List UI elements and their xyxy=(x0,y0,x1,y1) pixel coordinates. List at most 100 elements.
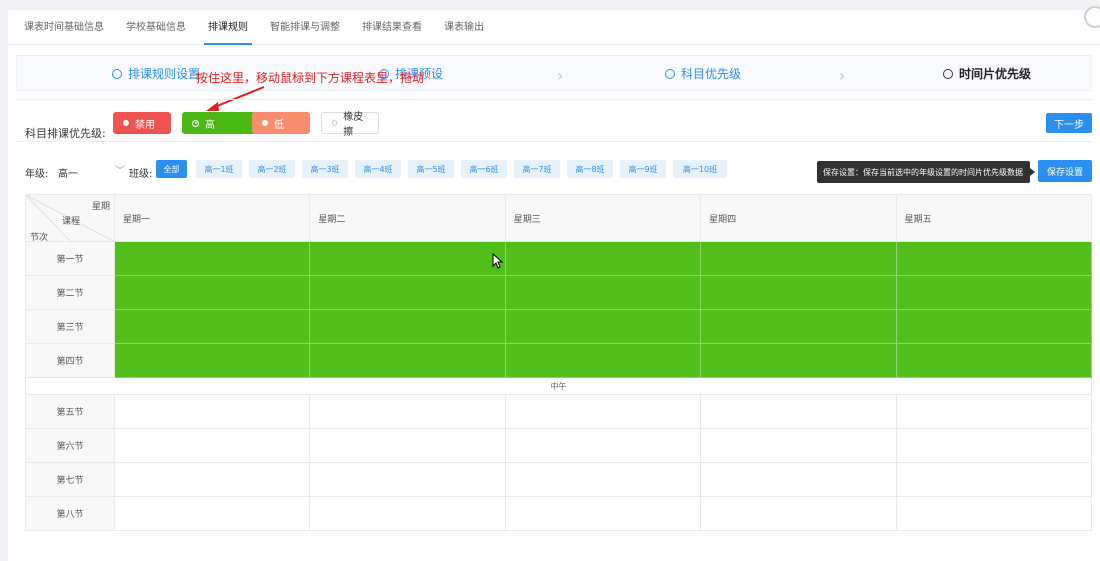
dot-icon xyxy=(123,120,129,126)
period-label: 第六节 xyxy=(25,428,115,463)
timeslot-cell[interactable] xyxy=(700,394,897,429)
timeslot-cell[interactable] xyxy=(700,241,897,276)
table-row: 第六节 xyxy=(25,428,1093,463)
noon-label: 中午 xyxy=(25,377,1092,395)
period-label: 第七节 xyxy=(25,462,115,497)
timeslot-cell[interactable] xyxy=(113,496,311,531)
column-header: 星期二 xyxy=(309,194,506,242)
timeslot-cell[interactable] xyxy=(700,496,897,531)
timeslot-cell[interactable] xyxy=(700,275,897,310)
timeslot-cell[interactable] xyxy=(504,309,702,344)
timetable: 星期 课程 节次 星期一 星期二 星期三 星期四 星期五 第一节 第二节 第三节… xyxy=(25,194,1093,531)
class-label: 班级: xyxy=(129,169,153,180)
timeslot-cell[interactable] xyxy=(504,394,702,429)
step-timeslot-priority[interactable]: 时间片优先级 xyxy=(943,56,1031,92)
timeslot-cell[interactable] xyxy=(504,462,702,497)
timeslot-cell[interactable] xyxy=(504,343,702,378)
step-subject-priority[interactable]: 科目优先级 xyxy=(665,56,741,92)
table-corner-cell: 星期 课程 节次 xyxy=(25,194,115,243)
class-chip[interactable]: 高一8班 xyxy=(567,160,613,178)
circle-icon xyxy=(943,69,953,79)
divider xyxy=(16,141,1092,142)
timeslot-cell[interactable] xyxy=(895,241,1093,276)
class-chip[interactable]: 高一6班 xyxy=(461,160,507,178)
timeslot-cell[interactable] xyxy=(700,462,897,497)
timeslot-cell[interactable] xyxy=(504,428,702,463)
class-chip-all[interactable]: 全部 xyxy=(156,160,187,178)
timeslot-cell[interactable] xyxy=(895,343,1093,378)
timeslot-cell[interactable] xyxy=(895,309,1093,344)
grade-select[interactable]: 高一 xyxy=(58,165,78,180)
radio-selected-icon xyxy=(192,119,199,127)
timeslot-cell[interactable] xyxy=(113,428,311,463)
timeslot-cell[interactable] xyxy=(309,428,506,463)
class-chip[interactable]: 高一7班 xyxy=(514,160,560,178)
timeslot-cell[interactable] xyxy=(309,394,506,429)
timeslot-cell[interactable] xyxy=(309,343,506,378)
timeslot-cell[interactable] xyxy=(113,309,311,344)
timeslot-cell[interactable] xyxy=(895,428,1093,463)
step-rule-settings[interactable]: 排课规则设置 xyxy=(112,56,200,92)
timeslot-cell[interactable] xyxy=(700,343,897,378)
dot-icon xyxy=(332,120,338,126)
column-header: 星期三 xyxy=(504,194,702,242)
table-row: 第一节 xyxy=(25,241,1093,276)
tab-school-basics[interactable]: 学校基础信息 xyxy=(126,10,186,45)
tab-time-basics[interactable]: 课表时间基础信息 xyxy=(24,10,104,45)
timeslot-cell[interactable] xyxy=(113,241,311,276)
tab-output[interactable]: 课表输出 xyxy=(444,10,484,45)
dot-icon xyxy=(262,120,268,126)
timeslot-cell[interactable] xyxy=(113,462,311,497)
timeslot-cell[interactable] xyxy=(113,343,311,378)
period-label: 第八节 xyxy=(25,496,115,531)
timeslot-cell[interactable] xyxy=(504,241,702,276)
column-header: 星期四 xyxy=(700,194,897,242)
class-chip[interactable]: 高一2班 xyxy=(249,160,295,178)
column-header: 星期五 xyxy=(895,194,1093,242)
table-header-row: 星期 课程 节次 星期一 星期二 星期三 星期四 星期五 xyxy=(25,194,1093,243)
noon-row: 中午 xyxy=(25,377,1092,395)
corner-course-label: 课程 xyxy=(62,217,81,227)
divider xyxy=(16,99,1092,100)
eraser-button[interactable]: 橡皮擦 xyxy=(321,112,379,138)
priority-disable-button[interactable]: 禁用 xyxy=(113,112,171,134)
chevron-right-icon: › xyxy=(557,66,564,85)
timeslot-cell[interactable] xyxy=(113,394,311,429)
priority-low-button[interactable]: 低 xyxy=(252,112,310,134)
timeslot-cell[interactable] xyxy=(309,309,506,344)
column-header: 星期一 xyxy=(113,194,311,242)
class-chip[interactable]: 高一3班 xyxy=(302,160,348,178)
table-row: 第三节 xyxy=(25,309,1093,344)
period-label: 第五节 xyxy=(25,394,115,429)
class-chip[interactable]: 高一1班 xyxy=(196,160,242,178)
chevron-down-icon[interactable]: ﹀ xyxy=(115,162,125,177)
tab-smart-scheduling[interactable]: 智能排课与调整 xyxy=(270,10,340,45)
timeslot-cell[interactable] xyxy=(309,275,506,310)
timeslot-cell[interactable] xyxy=(309,241,506,276)
timeslot-cell[interactable] xyxy=(309,496,506,531)
timeslot-cell[interactable] xyxy=(895,462,1093,497)
timeslot-cell[interactable] xyxy=(113,275,311,310)
timeslot-cell[interactable] xyxy=(895,496,1093,531)
class-chip[interactable]: 高一4班 xyxy=(355,160,401,178)
top-tab-bar: 课表时间基础信息 学校基础信息 排课规则 智能排课与调整 排课结果查看 课表输出 xyxy=(8,10,1100,45)
timeslot-cell[interactable] xyxy=(309,462,506,497)
timeslot-cell[interactable] xyxy=(895,394,1093,429)
class-chip[interactable]: 高一10班 xyxy=(673,160,727,178)
timeslot-cell[interactable] xyxy=(895,275,1093,310)
tab-scheduling-rules[interactable]: 排课规则 xyxy=(204,10,252,45)
corner-day-label: 星期 xyxy=(91,202,110,212)
timeslot-cell[interactable] xyxy=(700,428,897,463)
timeslot-cell[interactable] xyxy=(504,496,702,531)
priority-high-button[interactable]: 高 xyxy=(182,112,256,134)
mouse-cursor-icon xyxy=(492,253,504,269)
timeslot-cell[interactable] xyxy=(504,275,702,310)
timeslot-cell[interactable] xyxy=(700,309,897,344)
save-settings-button[interactable]: 保存设置 xyxy=(1038,160,1092,182)
class-chip[interactable]: 高一5班 xyxy=(408,160,454,178)
class-chip[interactable]: 高一9班 xyxy=(620,160,666,178)
next-step-button[interactable]: 下一步 xyxy=(1046,113,1092,133)
table-row: 第八节 xyxy=(25,496,1093,531)
tab-results[interactable]: 排课结果查看 xyxy=(362,10,422,45)
table-row: 第二节 xyxy=(25,275,1093,310)
